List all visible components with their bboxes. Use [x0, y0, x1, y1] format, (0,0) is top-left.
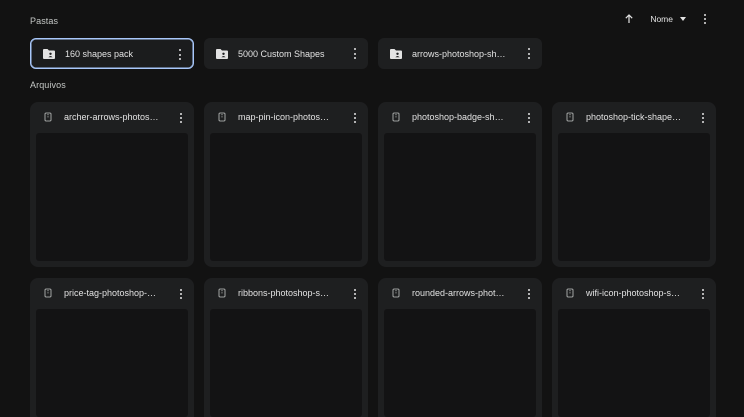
zip-file-icon: [391, 287, 401, 299]
file-card[interactable]: archer-arrows-photos…: [30, 102, 194, 267]
file-thumbnail: [210, 309, 362, 417]
file-thumbnail: [36, 309, 188, 417]
zip-file-icon: [565, 287, 575, 299]
zip-file-icon: [217, 287, 227, 299]
folder-card[interactable]: 5000 Custom Shapes: [204, 38, 368, 69]
file-thumbnail: [384, 133, 536, 261]
sort-toolbar: Nome: [620, 10, 710, 28]
file-thumbnail: [558, 309, 710, 417]
file-name: photoshop-tick-shape…: [586, 112, 682, 122]
file-card[interactable]: photoshop-tick-shape…: [552, 102, 716, 267]
sort-direction-button[interactable]: [620, 10, 638, 28]
file-more-button[interactable]: [526, 288, 532, 300]
folder-more-button[interactable]: [177, 48, 183, 61]
drive-file-browser: Pastas Nome 160 shapes pack 5000 Custom …: [0, 0, 744, 417]
file-name: price-tag-photoshop-…: [64, 288, 157, 298]
view-options-button[interactable]: [700, 14, 710, 24]
file-name: wifi-icon-photoshop-s…: [586, 288, 681, 298]
zip-file-icon: [43, 111, 53, 123]
file-card[interactable]: photoshop-badge-sh…: [378, 102, 542, 267]
sort-by-button[interactable]: Nome: [650, 10, 686, 28]
file-thumbnail: [210, 133, 362, 261]
file-name: archer-arrows-photos…: [64, 112, 159, 122]
file-card[interactable]: rounded-arrows-phot…: [378, 278, 542, 417]
file-name: ribbons-photoshop-s…: [238, 288, 330, 298]
file-card[interactable]: wifi-icon-photoshop-s…: [552, 278, 716, 417]
file-thumbnail: [36, 133, 188, 261]
zip-file-icon: [565, 111, 575, 123]
sort-by-label: Nome: [650, 14, 673, 24]
folder-card[interactable]: 160 shapes pack: [30, 38, 194, 69]
file-more-button[interactable]: [352, 112, 358, 124]
file-name: rounded-arrows-phot…: [412, 288, 505, 298]
folder-more-button[interactable]: [352, 47, 358, 60]
file-more-button[interactable]: [178, 112, 184, 124]
folder-more-button[interactable]: [526, 47, 532, 60]
folder-name: 5000 Custom Shapes: [238, 48, 325, 59]
file-more-button[interactable]: [526, 112, 532, 124]
file-card[interactable]: map-pin-icon-photos…: [204, 102, 368, 267]
file-card[interactable]: price-tag-photoshop-…: [30, 278, 194, 417]
file-more-button[interactable]: [700, 112, 706, 124]
more-vert-icon: [704, 14, 706, 16]
files-section-title: Arquivos: [30, 80, 66, 90]
zip-file-icon: [217, 111, 227, 123]
file-name: map-pin-icon-photos…: [238, 112, 330, 122]
shared-folder-icon: [215, 47, 229, 61]
file-name: photoshop-badge-sh…: [412, 112, 504, 122]
file-more-button[interactable]: [352, 288, 358, 300]
folder-name: 160 shapes pack: [65, 48, 134, 59]
file-card[interactable]: ribbons-photoshop-s…: [204, 278, 368, 417]
shared-folder-icon: [389, 47, 403, 61]
zip-file-icon: [43, 287, 53, 299]
folder-card[interactable]: arrows-photoshop-sh…: [378, 38, 542, 69]
caret-down-icon: [680, 17, 686, 21]
file-more-button[interactable]: [178, 288, 184, 300]
arrow-up-icon: [625, 14, 633, 23]
shared-folder-icon: [42, 47, 56, 61]
folder-name: arrows-photoshop-sh…: [412, 48, 506, 59]
zip-file-icon: [391, 111, 401, 123]
file-thumbnail: [384, 309, 536, 417]
folders-section-title: Pastas: [30, 16, 59, 26]
file-more-button[interactable]: [700, 288, 706, 300]
file-thumbnail: [558, 133, 710, 261]
